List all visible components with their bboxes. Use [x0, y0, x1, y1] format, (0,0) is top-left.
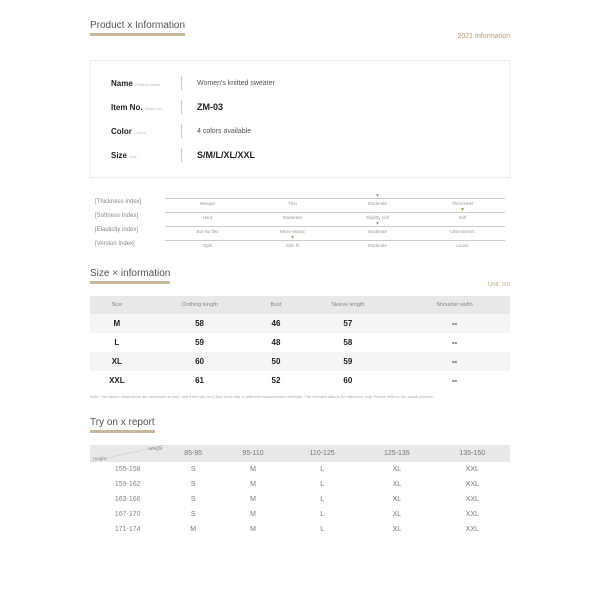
info-row-name: NameProduct Name Women's knitted sweater — [111, 76, 489, 90]
table-row: 163-166SMLXLXXL — [90, 492, 510, 507]
info-row-color: ColorColour 4 colors available — [111, 124, 489, 138]
info-val-size: S/M/L/XL/XXL — [197, 150, 255, 160]
table-row: 159-162SMLXLXXL — [90, 477, 510, 492]
info-block: NameProduct Name Women's knitted sweater… — [90, 60, 510, 178]
info-row-item: Item No.Model No. ZM-03 — [111, 100, 489, 114]
size-table: SizeClothing lengthBustSleeve lengthShou… — [90, 296, 510, 390]
header-sub: 2021 Information — [457, 33, 510, 40]
table-row: 155-158SMLXLXXL — [90, 462, 510, 477]
try-table: WeightHeight 85-9595-110110-125125-13513… — [90, 445, 510, 537]
header: Product x Information 2021 Information — [90, 20, 510, 40]
info-val-color: 4 colors available — [197, 128, 251, 135]
size-title: Size × information — [90, 268, 170, 284]
try-corner: WeightHeight — [90, 445, 165, 462]
size-header: Size × information Unit: cm — [90, 268, 510, 288]
table-row: XXL615260-- — [90, 371, 510, 390]
size-note: Note: The above dimensions are measured … — [90, 394, 510, 399]
page-title: Product x Information — [90, 20, 185, 36]
info-val-name: Women's knitted sweater — [197, 80, 275, 87]
try-header: Try on x report — [90, 417, 510, 437]
table-row: 167-170SMLXLXXL — [90, 507, 510, 522]
unit-label: Unit: cm — [488, 282, 510, 288]
table-row: L594858-- — [90, 333, 510, 352]
table-row: M584657-- — [90, 314, 510, 333]
table-row: XL605059-- — [90, 352, 510, 371]
table-row: 171-174MMLXLXXL — [90, 522, 510, 537]
indices: [Thickness index]MeagerThinModerateThick… — [90, 198, 510, 248]
info-val-item: ZM-03 — [197, 102, 223, 112]
info-row-size: SizeSize S/M/L/XL/XXL — [111, 148, 489, 162]
try-title: Try on x report — [90, 417, 155, 433]
